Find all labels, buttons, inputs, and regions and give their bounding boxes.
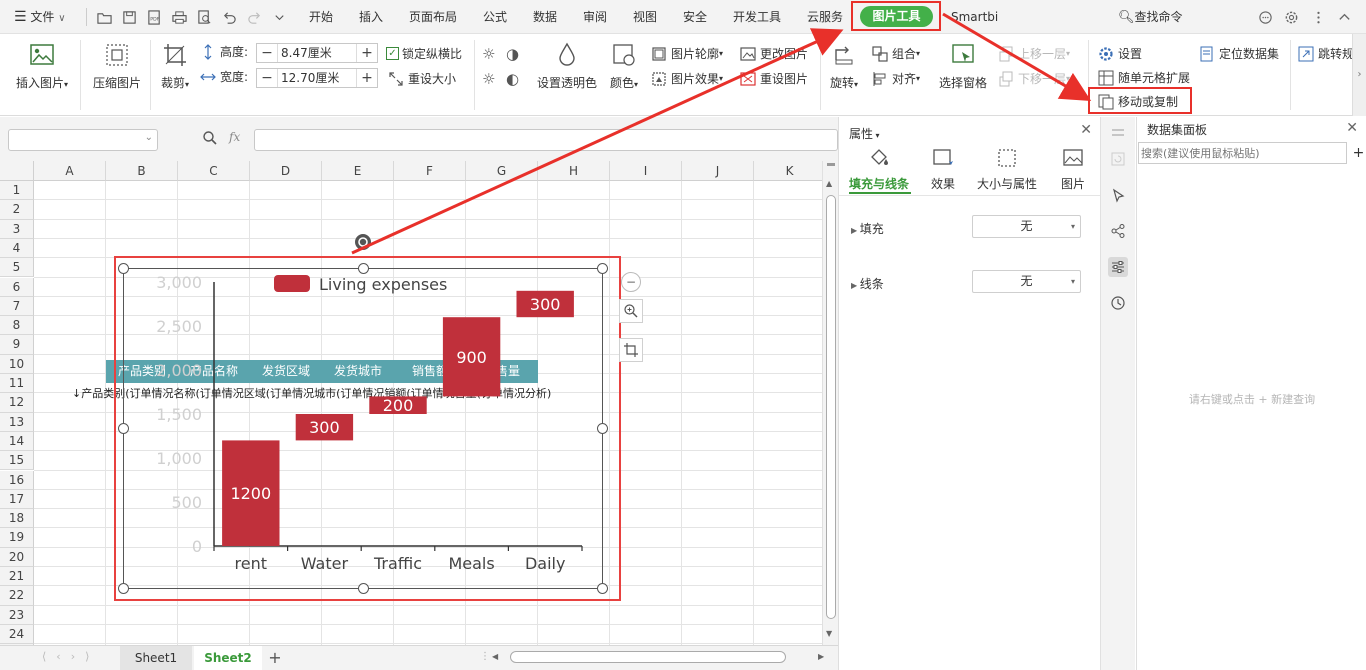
line-section-toggle[interactable]: ▶ 线条 <box>851 275 884 292</box>
history-icon[interactable] <box>1108 293 1128 313</box>
active-tab-underline <box>849 192 911 194</box>
chevron-down-icon: ▾ <box>1070 277 1075 286</box>
close-icon[interactable]: ✕ <box>1346 120 1358 136</box>
properties-title[interactable]: 属性 ▾ <box>849 125 880 142</box>
close-icon[interactable]: ✕ <box>1080 122 1092 138</box>
fill-label: 填充 <box>859 222 884 236</box>
tab-effects[interactable]: 效果 <box>925 147 961 192</box>
properties-panel: 属性 ▾ ✕ 填充与线条 效果 大小与属性 图片 ▶ 填充 无 ▾ ▶ 线条 无… <box>838 117 1101 670</box>
dataset-panel: 数据集面板 ✕ + 请右键或点击 + 新建查询 <box>1136 117 1366 670</box>
scroll-left-icon[interactable]: ◀ <box>492 652 498 661</box>
vertical-scrollbar[interactable]: ▲ ▼ <box>822 161 838 645</box>
tab-size-properties-label: 大小与属性 <box>976 177 1037 191</box>
refresh-icon[interactable] <box>1108 149 1128 169</box>
caret-right-icon: ▶ <box>851 226 860 235</box>
scroll-up-icon[interactable]: ▲ <box>826 179 832 188</box>
tab-splitter[interactable]: ⋮ <box>480 651 490 662</box>
share-icon[interactable] <box>1108 221 1128 241</box>
tab-picture-label: 图片 <box>1060 177 1085 191</box>
tab-fill-line-label: 填充与线条 <box>848 177 909 191</box>
tab-size-properties[interactable]: 大小与属性 <box>975 147 1039 192</box>
divider <box>839 195 1101 196</box>
horizontal-scroll-thumb[interactable] <box>510 651 786 663</box>
new-query-button[interactable]: + <box>1350 142 1366 164</box>
add-sheet-button[interactable]: + <box>264 646 286 670</box>
size-icon <box>998 149 1016 167</box>
line-value: 无 <box>1020 274 1033 288</box>
caret-right-icon: ▶ <box>851 281 860 290</box>
tab-effects-label: 效果 <box>930 177 955 191</box>
picture-icon <box>1063 149 1083 166</box>
line-label: 线条 <box>859 277 884 291</box>
side-toolbar <box>1100 117 1135 670</box>
collapse-icon[interactable] <box>1108 123 1128 143</box>
sheet-tab-bar: ⟨‹›⟩ Sheet1 Sheet2 + ⋮ ◀ ▶ <box>0 645 838 670</box>
scroll-down-icon[interactable]: ▼ <box>826 629 832 638</box>
sheet-tab-2[interactable]: Sheet2 <box>194 646 262 670</box>
split-handle[interactable] <box>827 163 835 166</box>
vertical-scroll-thumb[interactable] <box>826 195 836 619</box>
chevron-down-icon: ▾ <box>873 131 880 140</box>
cursor-icon[interactable] <box>1108 186 1128 206</box>
arrow-to-move-copy <box>942 12 1092 102</box>
arrow-to-picture-tools <box>351 28 844 255</box>
sheet-tab-1[interactable]: Sheet1 <box>120 646 192 670</box>
fill-section-toggle[interactable]: ▶ 填充 <box>851 220 884 237</box>
dataset-panel-title: 数据集面板 <box>1147 123 1208 137</box>
tab-picture[interactable]: 图片 <box>1057 147 1089 192</box>
scroll-right-icon[interactable]: ▶ <box>818 652 824 661</box>
chevron-down-icon: ▾ <box>1070 222 1075 231</box>
dataset-search-input[interactable] <box>1138 142 1347 164</box>
fill-value: 无 <box>1020 219 1033 233</box>
empty-hint: 请右键或点击 + 新建查询 <box>1188 393 1316 406</box>
sliders-icon[interactable] <box>1108 257 1128 277</box>
tab-fill-line[interactable]: 填充与线条 <box>847 147 911 192</box>
effects-icon <box>933 149 953 165</box>
fill-dropdown[interactable]: 无 ▾ <box>972 215 1081 238</box>
sheet-nav-arrows[interactable]: ⟨‹›⟩ <box>42 650 99 663</box>
paint-bucket-icon <box>871 149 888 165</box>
line-dropdown[interactable]: 无 ▾ <box>972 270 1081 293</box>
